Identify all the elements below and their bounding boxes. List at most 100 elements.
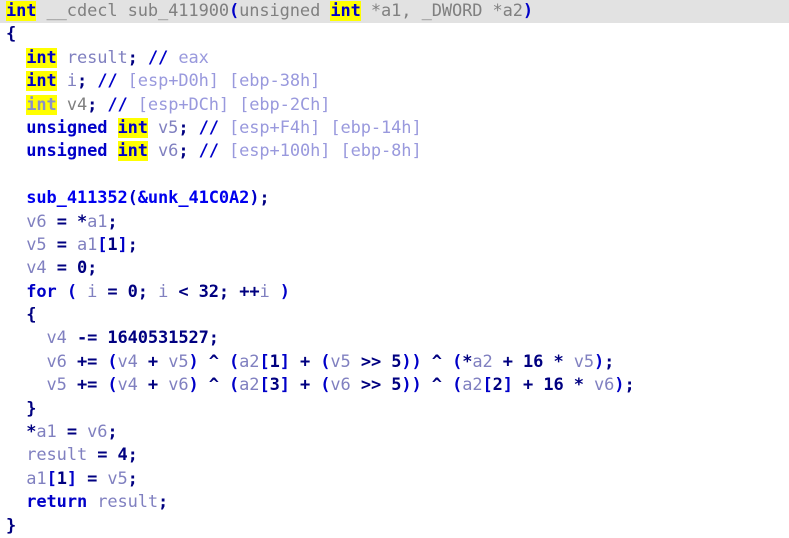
var-result[interactable]: result xyxy=(87,492,158,512)
param1-type-unsigned: unsigned xyxy=(239,1,331,21)
param1-name[interactable]: *a1, xyxy=(361,1,422,21)
var-v5[interactable]: v5 xyxy=(148,118,178,138)
code-line-close-brace[interactable]: } xyxy=(0,515,789,538)
var-v4[interactable]: v4 xyxy=(118,375,138,395)
var-v6[interactable]: v6 xyxy=(330,375,350,395)
code-line-signature[interactable]: int __cdecl sub_411900(unsigned int *a1,… xyxy=(0,0,789,24)
var-i[interactable]: i xyxy=(158,282,168,302)
arg-a1[interactable]: a1 xyxy=(26,469,46,489)
var-v5[interactable]: v5 xyxy=(574,352,594,372)
semicolon: ; xyxy=(107,422,118,443)
arg-a2[interactable]: a2 xyxy=(462,375,482,395)
var-i[interactable]: i xyxy=(57,71,77,91)
var-v4[interactable]: v4 xyxy=(57,95,87,115)
operator-plus: + xyxy=(289,375,321,396)
var-v5[interactable]: v5 xyxy=(107,469,127,489)
comment-i: [esp+D0h] [ebp-38h] xyxy=(127,71,321,92)
var-v4[interactable]: v4 xyxy=(47,328,67,348)
var-v5[interactable]: v5 xyxy=(26,235,46,255)
var-v4[interactable]: v4 xyxy=(118,352,138,372)
var-v5[interactable]: v5 xyxy=(330,352,350,372)
arg-a1[interactable]: a1 xyxy=(77,235,97,255)
paren-open: ( xyxy=(66,281,77,302)
paren-open: ( xyxy=(229,375,240,396)
code-line-loop-open-brace[interactable]: { xyxy=(0,304,789,327)
operator-minus-assign: -= xyxy=(66,328,108,349)
code-line-decl-v6[interactable]: unsigned int v6; // [esp+100h] [ebp-8h] xyxy=(0,140,789,163)
keyword-int-highlighted-v4[interactable]: int xyxy=(26,94,57,115)
code-line-store-a1[interactable]: *a1 = v6; xyxy=(0,421,789,444)
code-line-decl-i[interactable]: int i; // [esp+D0h] [ebp-38h] xyxy=(0,70,789,93)
function-call-link[interactable]: sub_411352 xyxy=(26,188,127,208)
code-line-for-loop[interactable]: for ( i = 0; i < 32; ++i ) xyxy=(0,281,789,304)
var-i[interactable]: i xyxy=(87,282,97,302)
keyword-int-highlighted-i[interactable]: int xyxy=(26,71,57,92)
var-v6[interactable]: v6 xyxy=(594,375,614,395)
code-line-call-sub411352[interactable]: sub_411352(&unk_41C0A2); xyxy=(0,187,789,210)
bracket-open: [ xyxy=(482,375,493,396)
var-v4[interactable]: v4 xyxy=(26,258,46,278)
code-line-decl-v4[interactable]: int v4; // [esp+DCh] [ebp-2Ch] xyxy=(0,94,789,117)
operator-plus: + xyxy=(137,351,169,372)
operator-assign: = xyxy=(56,422,88,443)
arg-a1[interactable]: a1 xyxy=(87,212,107,232)
code-line-return[interactable]: return result; xyxy=(0,491,789,514)
literal-zero: 0 xyxy=(76,258,88,279)
paren-open: ( xyxy=(127,188,138,209)
semicolon: ; xyxy=(87,94,98,115)
paren-open: ( xyxy=(452,375,463,396)
keyword-return: return xyxy=(26,492,88,513)
keyword-int-highlighted-result[interactable]: int xyxy=(26,47,57,68)
paren-close: ) xyxy=(279,281,290,302)
arg-a1[interactable]: a1 xyxy=(36,422,56,442)
operator-plus: + xyxy=(492,351,524,372)
decompiler-pseudocode-view[interactable]: int __cdecl sub_411900(unsigned int *a1,… xyxy=(0,0,789,538)
var-i[interactable]: i xyxy=(259,282,269,302)
code-line-loop-close-brace[interactable]: } xyxy=(0,398,789,421)
keyword-int-highlighted-v5[interactable]: int xyxy=(117,117,148,138)
var-v5[interactable]: v5 xyxy=(47,375,67,395)
var-v6[interactable]: v6 xyxy=(168,375,188,395)
call-argument[interactable]: &unk_41C0A2 xyxy=(138,188,250,208)
var-v6[interactable]: v6 xyxy=(26,212,46,232)
operator-shift-right: >> xyxy=(350,351,392,372)
code-line-assign-v6[interactable]: v6 = *a1; xyxy=(0,211,789,234)
keyword-int-highlighted-v6[interactable]: int xyxy=(117,141,148,162)
code-line-v6-update[interactable]: v6 += (v4 + v5) ^ (a2[1] + (v5 >> 5)) ^ … xyxy=(0,351,789,374)
semicolon: ; xyxy=(178,141,189,162)
var-v5[interactable]: v5 xyxy=(168,352,188,372)
var-result[interactable]: result xyxy=(26,445,87,465)
semicolon: ; xyxy=(127,445,138,466)
keyword-int-highlighted-param[interactable]: int xyxy=(330,1,361,21)
bracket-open: [ xyxy=(259,351,270,372)
code-line-assign-v5[interactable]: v5 = a1[1]; xyxy=(0,234,789,257)
comment-marker: // xyxy=(147,47,169,68)
index-1: 1 xyxy=(269,351,280,372)
code-line-decl-result[interactable]: int result; // eax xyxy=(0,47,789,70)
arg-a2[interactable]: a2 xyxy=(239,375,259,395)
code-line-delta-subtract[interactable]: v4 -= 1640531527; xyxy=(0,327,789,350)
operator-xor: ^ xyxy=(198,351,230,372)
index-1: 1 xyxy=(56,468,67,489)
code-line-assign-v4[interactable]: v4 = 0; xyxy=(0,257,789,280)
arg-a2[interactable]: a2 xyxy=(239,352,259,372)
code-line-store-a1-index1[interactable]: a1[1] = v5; xyxy=(0,468,789,491)
comment-marker: // xyxy=(107,94,128,115)
operator-assign: = xyxy=(46,211,77,232)
code-line-open-brace[interactable]: { xyxy=(0,23,789,46)
operator-plus: + xyxy=(137,375,169,396)
keyword-int-highlighted[interactable]: int xyxy=(6,1,37,21)
var-v6[interactable]: v6 xyxy=(87,422,107,442)
arg-a2[interactable]: a2 xyxy=(472,352,492,372)
return-value-literal: 4 xyxy=(117,445,128,466)
function-name[interactable]: sub_411900 xyxy=(128,1,229,21)
var-v6[interactable]: v6 xyxy=(148,141,178,161)
index-2: 2 xyxy=(492,375,503,396)
operator-assign: = xyxy=(87,445,118,466)
var-v6[interactable]: v6 xyxy=(47,352,67,372)
code-line-v5-update[interactable]: v5 += (v4 + v6) ^ (a2[3] + (v6 >> 5)) ^ … xyxy=(0,374,789,397)
param2-name[interactable]: *a2 xyxy=(482,1,524,21)
code-line-decl-v5[interactable]: unsigned int v5; // [esp+F4h] [ebp-14h] xyxy=(0,117,789,140)
code-line-assign-result[interactable]: result = 4; xyxy=(0,444,789,467)
var-result[interactable]: result xyxy=(57,48,128,68)
